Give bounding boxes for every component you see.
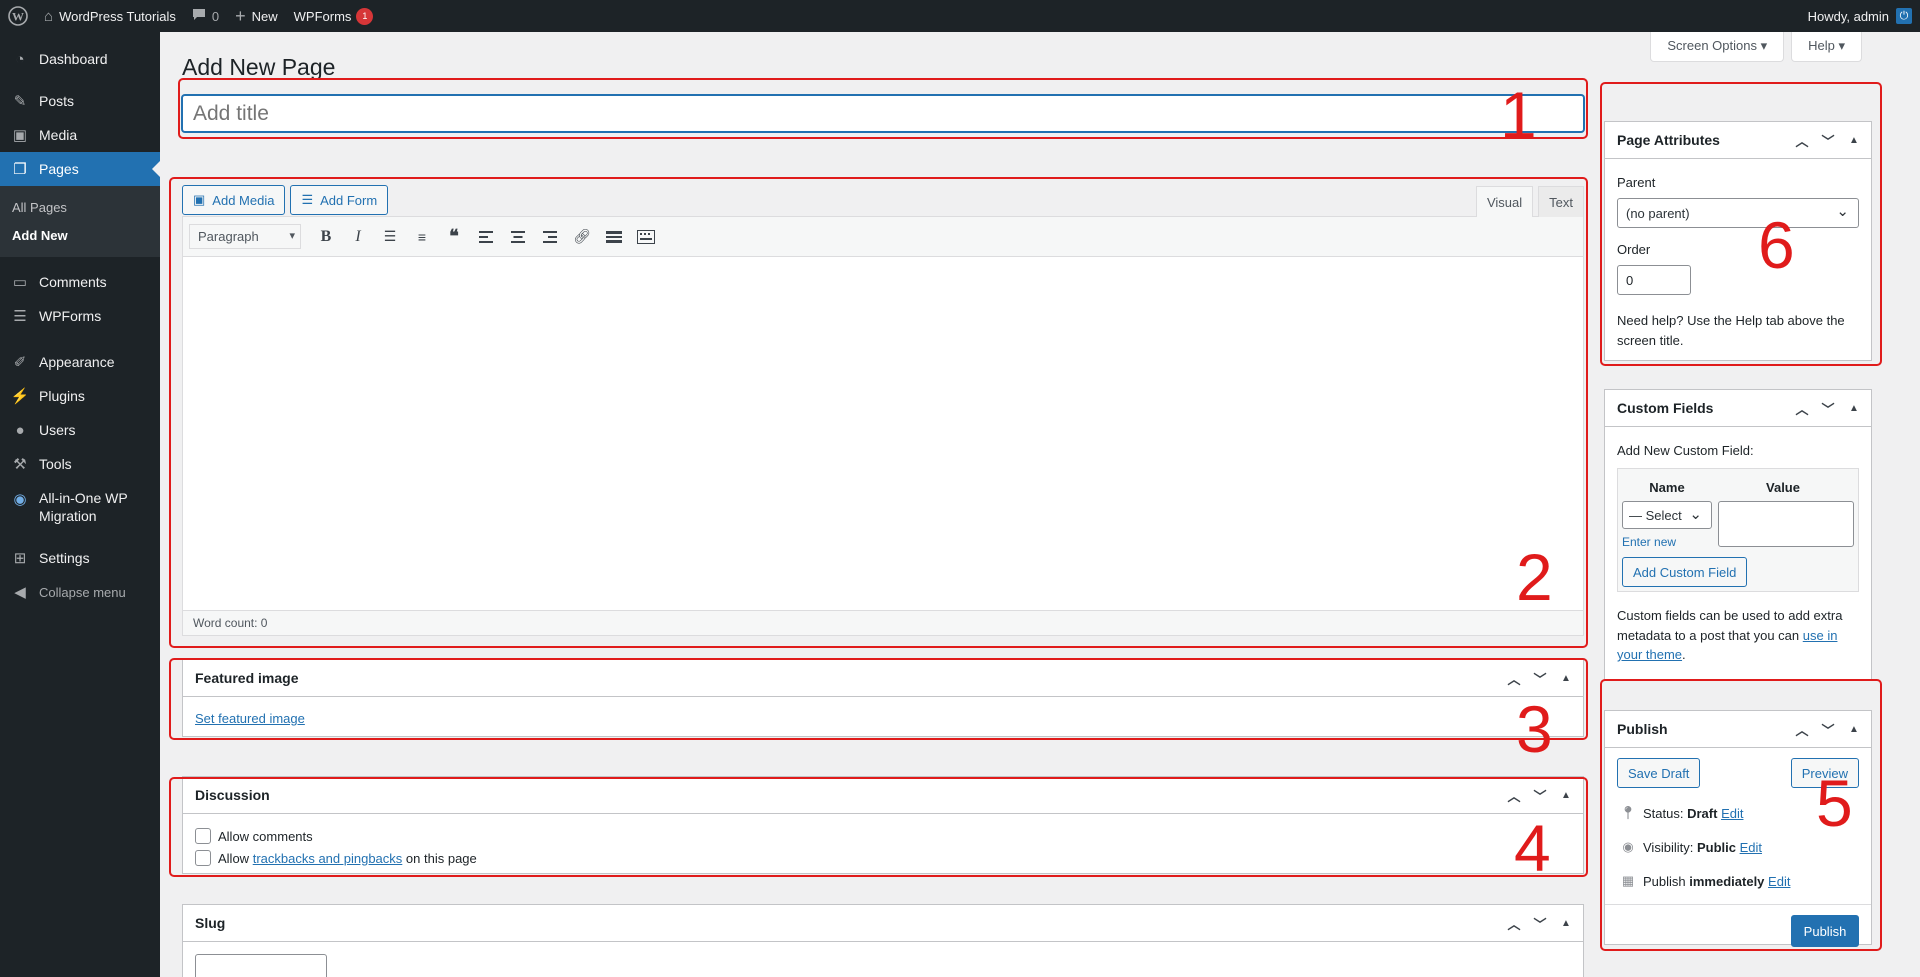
slug-input[interactable] [195,954,327,977]
custom-field-key-select[interactable]: — Select [1622,501,1712,529]
annotation-box-1 [178,78,1588,139]
add-custom-field-button[interactable]: Add Custom Field [1622,557,1748,587]
form-icon: ☰ [13,308,27,325]
sidebar-item-label: All-in-One WP Migration [39,490,128,525]
new-content-link[interactable]: + New [227,0,286,32]
sidebar-item-label: Settings [39,550,90,566]
slug-box: Slug ︿ ﹀ ▲ [182,904,1584,977]
help-button[interactable]: Help ▾ [1791,32,1862,62]
sidebar-item-label: Collapse menu [39,584,126,600]
site-name-link[interactable]: ⌂ WordPress Tutorials [36,0,184,32]
new-label: New [251,8,278,24]
custom-field-value-textarea[interactable] [1718,501,1854,547]
chevron-up-icon[interactable]: ︿ [1501,914,1527,933]
plus-icon: + [235,5,246,26]
slug-title: Slug [195,915,226,931]
sidebar-item-label: Tools [39,456,72,472]
page-icon: ❐ [13,161,27,178]
annotation-box-2 [169,177,1588,648]
account-menu[interactable]: Howdy, admin ⏻ [1800,0,1920,32]
enter-new-link[interactable]: Enter new [1622,535,1712,549]
comments-link[interactable]: 0 [184,0,227,32]
name-column-header: Name [1649,479,1685,495]
sidebar-item-label: Media [39,127,78,143]
custom-field-table: Name Value — Select Enter new Add Custom… [1617,468,1859,592]
wpforms-link[interactable]: WPForms 1 [286,0,382,32]
comments-count: 0 [211,8,220,24]
migration-icon: ◉ [13,491,27,508]
collapse-toggle-icon[interactable]: ▲ [1553,918,1579,929]
sidebar-item-label: Dashboard [39,51,108,67]
sidebar-item-tools[interactable]: ⚒ Tools [0,447,160,481]
comment-icon: ▭ [12,274,28,291]
sidebar-item-migration[interactable]: ◉ All-in-One WP Migration [0,481,160,531]
pages-submenu: All Pages Add New [0,186,160,257]
sidebar-item-label: Appearance [39,354,115,370]
comment-bubble-icon [192,7,206,25]
svg-text:W: W [12,10,24,24]
chevron-down-icon[interactable]: ﹀ [1527,914,1553,933]
sidebar-item-users[interactable]: ● Users [0,413,160,447]
sidebar-item-label: Users [39,422,76,438]
admin-bar: W ⌂ WordPress Tutorials 0 + New WPForms … [0,0,1920,32]
annotation-number-3: 3 [1516,692,1553,766]
media-icon: ▣ [12,127,28,144]
sidebar-item-wpforms[interactable]: ☰ WPForms [0,299,160,333]
sidebar-item-pages[interactable]: ❐ Pages [0,152,160,186]
sidebar-item-media[interactable]: ▣ Media [0,118,160,152]
collapse-icon: ◀ [14,584,26,601]
annotation-box-3 [169,658,1588,740]
sidebar-item-label: Plugins [39,388,85,404]
home-icon: ⌂ [44,7,54,25]
sidebar-item-plugins[interactable]: ⚡ Plugins [0,379,160,413]
custom-fields-note-end: . [1682,647,1686,662]
collapse-menu-button[interactable]: ◀ Collapse menu [0,575,160,609]
admin-sidebar: ◔ Dashboard ✎ Posts ▣ Media ❐ Pages All … [0,32,160,977]
custom-fields-title: Custom Fields [1617,400,1714,416]
annotation-number-6: 6 [1758,208,1795,282]
settings-icon: ⊞ [13,550,27,567]
sidebar-item-label: Comments [39,274,107,290]
pin-icon: ✎ [13,93,27,110]
brush-icon: ✐ [13,354,27,371]
howdy-text: Howdy, admin [1807,8,1889,24]
main-content: Screen Options ▾ Help ▾ Add New Page ▣ A… [160,32,1920,977]
annotation-number-5: 5 [1816,766,1853,840]
wpforms-label: WPForms [293,8,352,24]
custom-fields-box: Custom Fields ︿ ﹀ ▲ Add New Custom Field… [1604,389,1872,680]
submenu-all-pages[interactable]: All Pages [0,193,160,221]
page-title: Add New Page [182,54,336,80]
annotation-box-4 [169,777,1588,877]
avatar: ⏻ [1896,8,1912,24]
annotation-number-4: 4 [1514,811,1551,885]
sidebar-item-label: Posts [39,93,75,109]
plug-icon: ⚡ [10,388,30,405]
annotation-number-2: 2 [1516,540,1553,614]
chevron-up-icon[interactable]: ︿ [1789,399,1815,418]
sidebar-item-label: Pages [39,161,79,177]
screen-options-button[interactable]: Screen Options ▾ [1650,32,1785,62]
value-column-header: Value [1766,479,1800,495]
sidebar-item-settings[interactable]: ⊞ Settings [0,541,160,575]
dashboard-icon: ◔ [15,50,25,68]
sidebar-item-dashboard[interactable]: ◔ Dashboard [0,42,160,76]
sidebar-item-label: WPForms [39,308,102,324]
chevron-down-icon[interactable]: ﹀ [1815,399,1841,418]
collapse-toggle-icon[interactable]: ▲ [1841,403,1867,414]
annotation-number-1: 1 [1500,78,1537,152]
wrench-icon: ⚒ [13,456,27,473]
custom-fields-note: Custom fields can be used to add extra m… [1617,606,1859,665]
wordpress-logo-icon[interactable]: W [0,0,36,32]
submenu-add-new[interactable]: Add New [0,221,160,249]
add-new-custom-field-label: Add New Custom Field: [1617,443,1754,458]
wpforms-badge: 1 [356,7,374,25]
sidebar-item-posts[interactable]: ✎ Posts [0,84,160,118]
annotation-box-6 [1600,82,1882,366]
user-icon: ● [15,421,25,439]
sidebar-item-comments[interactable]: ▭ Comments [0,265,160,299]
site-name: WordPress Tutorials [59,8,176,24]
sidebar-item-appearance[interactable]: ✐ Appearance [0,345,160,379]
